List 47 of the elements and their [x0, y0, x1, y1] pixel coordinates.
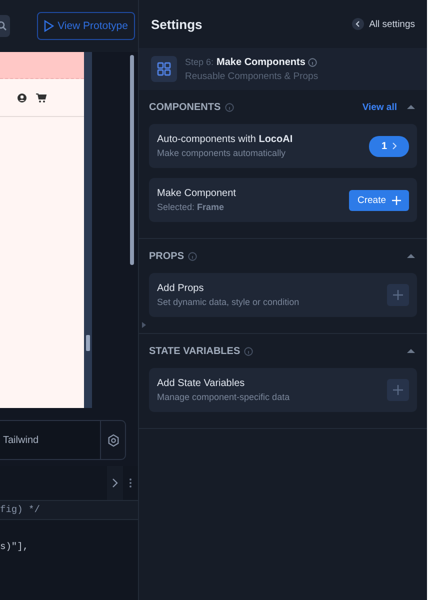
expand-button[interactable]: [107, 466, 123, 500]
step-title: Make Components: [216, 56, 306, 68]
step-label: Step 6:: [185, 57, 214, 67]
collapse-icon[interactable]: [407, 104, 415, 110]
resize-handle[interactable]: [84, 52, 92, 408]
style-field[interactable]: Tailwind: [0, 421, 101, 459]
section-title: PROPS: [149, 250, 184, 262]
view-all-link[interactable]: View all: [362, 102, 397, 112]
settings-icon: [106, 434, 120, 446]
card-title: Auto-components with LocoAI: [157, 134, 293, 145]
chevron-right-icon: [392, 142, 397, 150]
step-subtitle: Reusable Components & Props: [185, 70, 318, 82]
plus-icon: [393, 290, 403, 300]
card-subtitle: Set dynamic data, style or condition: [157, 297, 300, 307]
card-title: Add Props: [157, 283, 205, 294]
search-icon: [0, 21, 7, 31]
card-subtitle: Make components automatically: [157, 148, 287, 158]
plus-icon: [392, 196, 401, 204]
count-button[interactable]: 1: [369, 136, 409, 156]
card-subtitle: Selected: Frame: [157, 202, 226, 212]
section-title: STATE VARIABLES: [149, 346, 240, 356]
section-title: COMPONENTS: [149, 102, 221, 112]
cart-icon: [36, 92, 47, 102]
panel-toggle-icon[interactable]: [142, 322, 146, 328]
add-button[interactable]: [387, 284, 409, 306]
components-icon: [151, 56, 177, 82]
chevron-right-icon: [112, 478, 118, 488]
collapse-icon[interactable]: [407, 253, 415, 259]
collapse-icon[interactable]: [407, 348, 415, 354]
all-settings-link[interactable]: All settings: [352, 18, 415, 30]
user-icon: [17, 92, 27, 102]
more-icon[interactable]: [129, 478, 132, 488]
info-icon: [224, 102, 234, 112]
panel-title: Settings: [151, 16, 202, 32]
create-button[interactable]: Create: [349, 190, 409, 210]
card-title: Add State Variables: [157, 378, 246, 389]
card-title: Make Component: [157, 188, 236, 199]
plus-icon: [393, 385, 403, 395]
back-icon: [352, 18, 364, 30]
play-icon: [44, 20, 54, 32]
code-line: s)"],: [0, 540, 30, 554]
add-button[interactable]: [387, 379, 409, 401]
view-prototype-button[interactable]: View Prototype: [36, 12, 135, 40]
info-icon: [308, 58, 318, 66]
card-subtitle: Manage component-specific data: [157, 392, 290, 402]
info-icon: [188, 252, 198, 260]
info-icon: [244, 346, 254, 356]
